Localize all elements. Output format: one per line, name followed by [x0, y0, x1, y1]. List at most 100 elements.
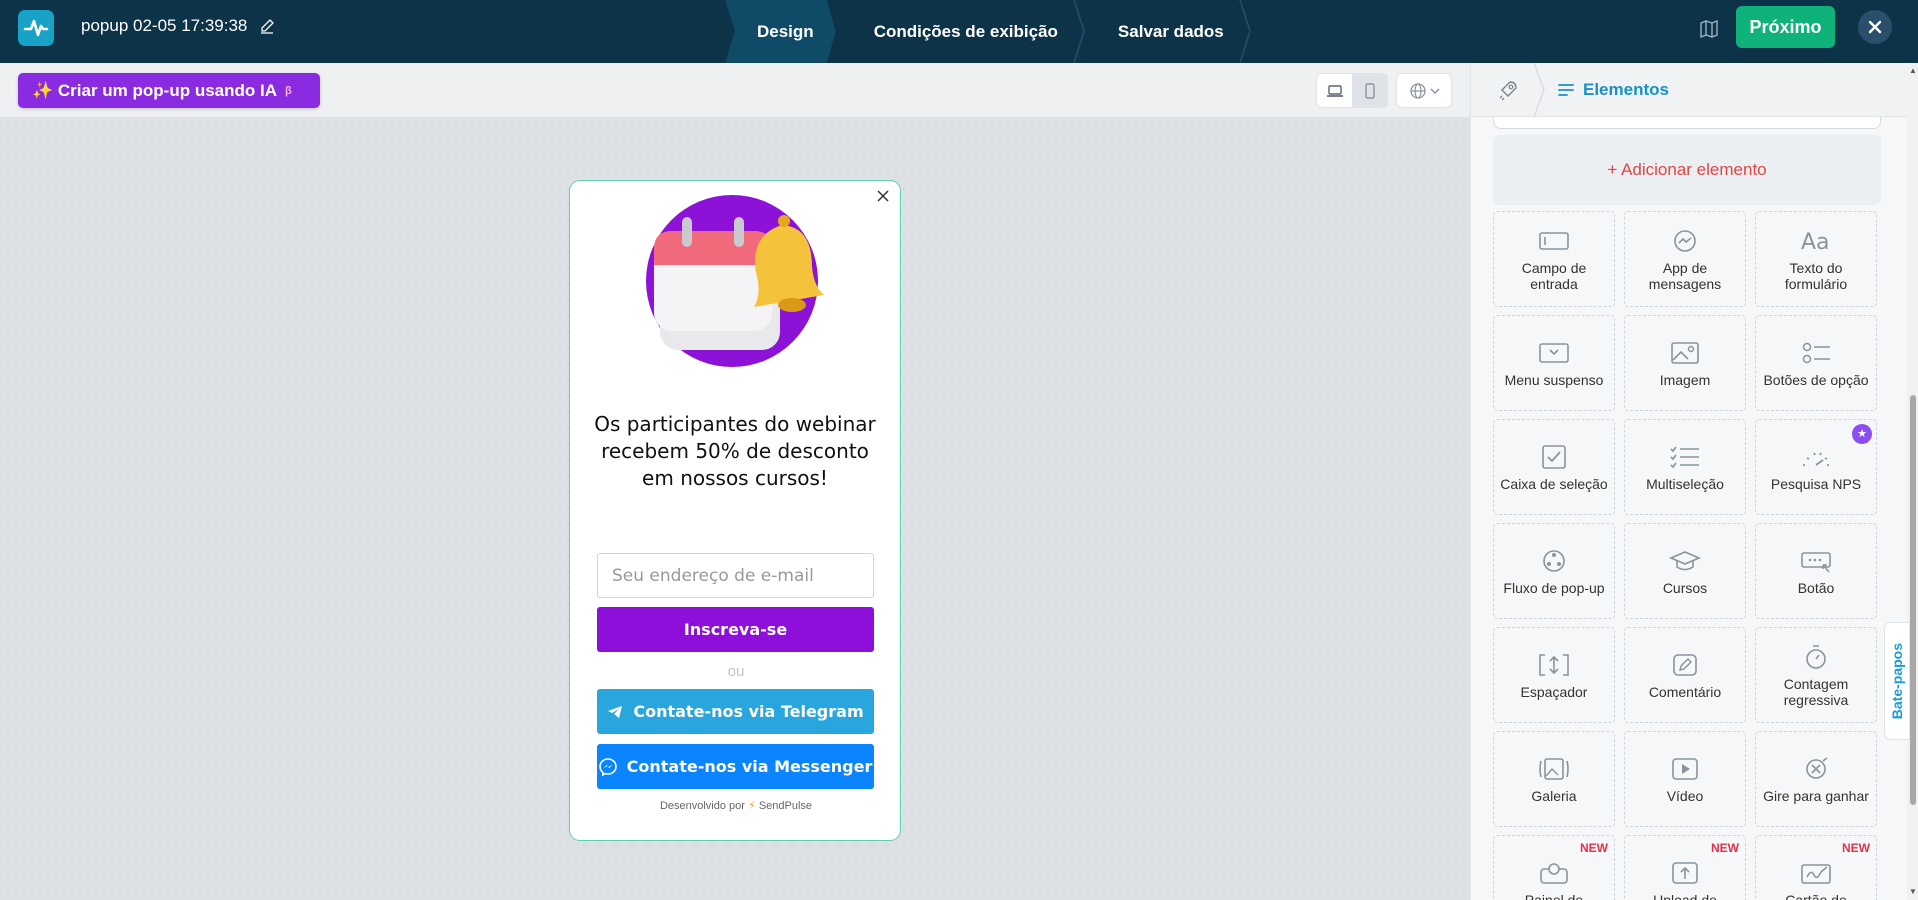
element-tile[interactable]: Pesquisa NPS ★ [1755, 419, 1877, 515]
element-tile[interactable]: Vídeo [1624, 731, 1746, 827]
checkbox-icon [1537, 443, 1571, 471]
element-tile-label: Pesquisa NPS [1770, 475, 1862, 492]
element-tile[interactable]: Botão [1755, 523, 1877, 619]
popup-title: popup 02-05 17:39:38 [81, 16, 275, 36]
element-tile[interactable]: Botões de opção [1755, 315, 1877, 411]
chats-tab-label: Bate-papos [1889, 642, 1905, 720]
globe-icon [1409, 82, 1426, 99]
card-icon [1799, 859, 1833, 887]
element-tile-label: Botão [1797, 579, 1835, 596]
element-tile[interactable]: Espaçador [1493, 627, 1615, 723]
element-tile-label: Espaçador [1520, 683, 1588, 700]
chats-tab[interactable]: Bate-papos [1884, 622, 1910, 740]
element-tile[interactable]: App de mensagens [1624, 211, 1746, 307]
panel-icon [1537, 859, 1571, 887]
popup-preview[interactable]: Os participantes do webinar recebem 50% … [569, 180, 901, 841]
pulse-icon [23, 19, 49, 37]
element-tile[interactable]: Galeria [1493, 731, 1615, 827]
mobile-view-button[interactable] [1352, 74, 1387, 107]
step-save-data[interactable]: Salvar dados [1080, 0, 1251, 63]
radio-icon [1799, 339, 1833, 367]
scroll-up-arrow[interactable]: ▲ [1909, 67, 1917, 75]
element-tile[interactable]: Menu suspenso [1493, 315, 1615, 411]
element-tile[interactable]: Contagem regressiva [1755, 627, 1877, 723]
input-field-icon [1537, 227, 1571, 255]
powered-brand: SendPulse [758, 800, 813, 812]
messenger-icon [598, 757, 617, 776]
ai-create-popup-button[interactable]: ✨ Criar um pop-up usando IA β [18, 73, 320, 108]
element-tile[interactable]: Upload de NEW [1624, 835, 1746, 900]
top-bar: popup 02-05 17:39:38 Design Condições de… [0, 0, 1918, 63]
add-element-button[interactable]: + Adicionar elemento [1493, 135, 1881, 205]
upload-icon [1668, 859, 1702, 887]
timer-icon [1799, 643, 1833, 671]
telegram-button[interactable]: Contate-nos via Telegram [597, 689, 874, 734]
scroll-down-arrow[interactable]: ▼ [1909, 888, 1917, 896]
preview-map-icon[interactable] [1698, 18, 1720, 40]
desktop-view-button[interactable] [1317, 74, 1352, 107]
elements-panel: Elementos + Adicionar elemento Campo de … [1470, 63, 1918, 900]
premium-star-icon: ★ [1852, 424, 1872, 444]
powered-prefix: Desenvolvido por [659, 800, 745, 812]
graduation-cap-icon [1668, 547, 1702, 575]
language-selector[interactable] [1396, 73, 1452, 108]
element-tile[interactable]: Gire para ganhar [1755, 731, 1877, 827]
element-tile[interactable]: Multiseleção [1624, 419, 1746, 515]
comment-icon [1668, 651, 1702, 679]
element-tile[interactable]: Campo de entrada [1493, 211, 1615, 307]
element-tile-label: Upload de [1653, 891, 1717, 900]
beta-badge: β [285, 84, 292, 97]
element-tile-label: Painel de [1524, 891, 1584, 900]
list-icon [1558, 84, 1574, 96]
powered-by: Desenvolvido por ⚡ SendPulse [570, 799, 902, 812]
svg-text:Aa: Aa [1801, 230, 1830, 255]
step-design[interactable]: Design [725, 0, 836, 63]
spacer-icon [1537, 651, 1571, 679]
gallery-icon [1537, 755, 1571, 783]
previous-element-card[interactable] [1493, 117, 1881, 129]
element-tile[interactable]: Imagem [1624, 315, 1746, 411]
element-tile-label: Fluxo de pop-up [1503, 579, 1605, 596]
app-logo[interactable] [18, 10, 54, 46]
email-field[interactable]: Seu endereço de e-mail [597, 553, 874, 598]
element-tile[interactable]: Cursos [1624, 523, 1746, 619]
mobile-icon [1364, 82, 1375, 99]
button-icon [1799, 547, 1833, 575]
calendar-bell-illustration[interactable] [642, 195, 832, 367]
element-tile-label: Texto do formulário [1784, 259, 1848, 292]
element-tile[interactable]: Caixa de seleção [1493, 419, 1615, 515]
element-tile[interactable]: Comentário [1624, 627, 1746, 723]
flow-icon [1537, 547, 1571, 575]
or-divider: ou [727, 663, 745, 680]
video-icon [1668, 755, 1702, 783]
popup-close-icon[interactable] [876, 189, 890, 203]
element-tile-label: Comentário [1648, 683, 1722, 700]
subscribe-button[interactable]: Inscreva-se [597, 607, 874, 652]
rocket-icon[interactable] [1497, 79, 1519, 101]
element-tile[interactable]: Painel de NEW [1493, 835, 1615, 900]
messenger-button[interactable]: Contate-nos via Messenger [597, 744, 874, 789]
panel-scrollbar[interactable]: ▲ ▼ [1907, 63, 1918, 900]
scrollbar-thumb[interactable] [1910, 395, 1916, 805]
element-tile-label: Botões de opção [1763, 371, 1869, 388]
element-tile[interactable]: Cartão de NEW [1755, 835, 1877, 900]
close-editor-button[interactable] [1858, 10, 1892, 44]
element-tile[interactable]: Fluxo de pop-up [1493, 523, 1615, 619]
pencil-icon[interactable] [259, 18, 275, 34]
element-tile-label: Multiseleção [1646, 475, 1724, 492]
step-display-conditions[interactable]: Condições de exibição [836, 0, 1085, 63]
tab-elements-label: Elementos [1583, 80, 1669, 99]
device-toggle [1316, 73, 1388, 108]
element-tile[interactable]: Aa Texto do formulário [1755, 211, 1877, 307]
nps-icon [1799, 443, 1833, 471]
element-tile-label: Caixa de seleção [1500, 475, 1608, 492]
telegram-label: Contate-nos via Telegram [633, 702, 864, 721]
element-tile-label: Menu suspenso [1504, 371, 1604, 388]
step-display-conditions-label: Condições de exibição [873, 21, 1058, 41]
step-nav: Design Condições de exibição Salvar dado… [725, 0, 1251, 63]
tab-elements[interactable]: Elementos [1557, 80, 1669, 100]
popup-title-text: popup 02-05 17:39:38 [81, 16, 248, 35]
next-button[interactable]: Próximo [1736, 6, 1835, 48]
step-design-label: Design [757, 21, 814, 41]
panel-header: Elementos [1471, 63, 1918, 117]
